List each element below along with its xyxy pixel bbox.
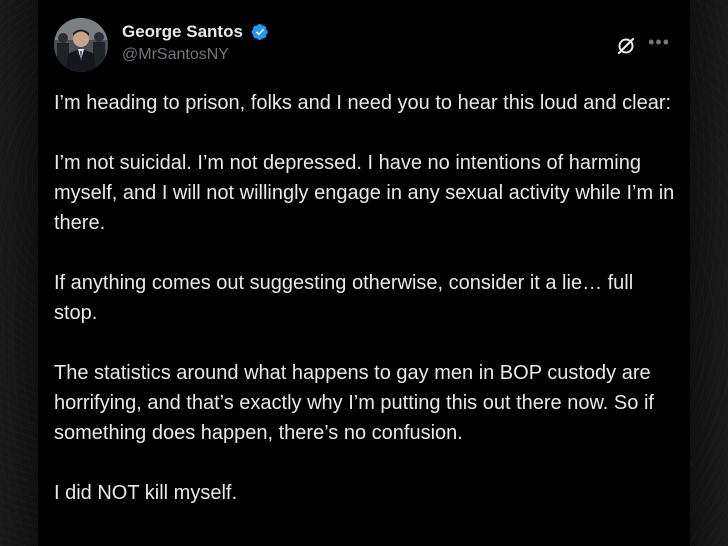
tweet-paragraph: I did NOT kill myself. — [54, 482, 237, 504]
author-row: George Santos @MrSantosNY ••• — [54, 18, 674, 74]
grok-icon[interactable] — [616, 36, 636, 56]
avatar[interactable] — [54, 18, 108, 72]
tweet-paragraph: If anything comes out suggesting otherwi… — [54, 272, 634, 324]
more-options-icon[interactable]: ••• — [648, 32, 670, 52]
display-name[interactable]: George Santos — [122, 22, 243, 42]
tweet-paragraph: The statistics around what happens to ga… — [54, 362, 654, 444]
tweet-paragraph: I’m not suicidal. I’m not depressed. I h… — [54, 152, 675, 234]
avatar-photo — [54, 18, 108, 72]
author-handle[interactable]: @MrSantosNY — [122, 46, 269, 64]
tweet-card: George Santos @MrSantosNY ••• I’m headin… — [38, 0, 690, 546]
tweet-text: I’m heading to prison, folks and I need … — [54, 88, 676, 538]
tweet-paragraph: I’m heading to prison, folks and I need … — [54, 92, 672, 114]
verified-badge-icon — [251, 23, 269, 41]
author-name-block: George Santos @MrSantosNY — [122, 22, 269, 64]
